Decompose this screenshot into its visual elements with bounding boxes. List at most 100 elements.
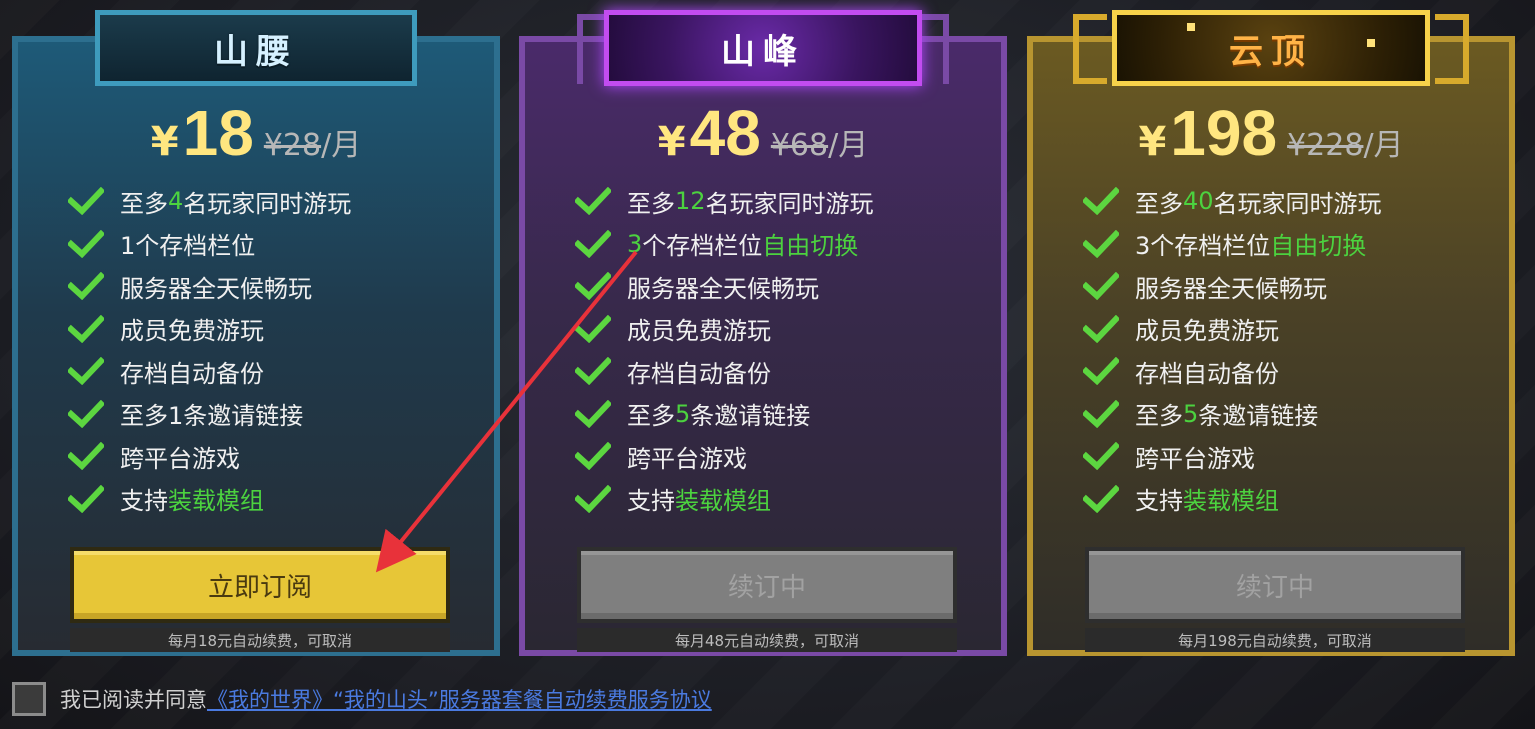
check-icon (1081, 442, 1121, 471)
check-icon (573, 314, 613, 343)
feature-text: 名玩家同时游玩 (705, 189, 874, 218)
feature-item: 存档自动备份 (1081, 350, 1382, 393)
feature-highlight: 12 (675, 187, 706, 216)
feature-text: 至多 (627, 402, 675, 431)
feature-text: 至多 (627, 189, 675, 218)
feature-list: 至多 40 名玩家同时游玩 3个存档栏位 自由切换 服务器全天候畅玩 成员免费游玩 存档自动备… (1081, 180, 1382, 521)
agreement-link[interactable]: 《我的世界》“我的山头”服务器套餐自动续费服务协议 (207, 684, 712, 714)
check-icon (66, 314, 106, 343)
feature-item: 3个存档栏位自由切换 (573, 223, 874, 266)
feature-text: 1个存档栏位 (120, 232, 256, 261)
check-icon (573, 357, 613, 386)
feature-item: 支持 装载模组 (1081, 478, 1382, 521)
feature-item: 至多 4 名玩家同时游玩 (66, 180, 352, 223)
check-icon (66, 187, 106, 216)
check-icon (1081, 399, 1121, 428)
feature-item: 跨平台游戏 (66, 435, 351, 478)
plan-title: 山峰 (604, 10, 922, 86)
check-icon (1081, 187, 1121, 216)
feature-highlight: 4 (168, 187, 184, 216)
check-icon (573, 484, 613, 513)
plan-price: ¥48 ¥68/月 (525, 96, 1001, 170)
feature-highlight: 5 (675, 399, 691, 428)
feature-text: 个存档栏位 (642, 232, 763, 261)
check-icon (66, 442, 106, 471)
feature-text: 名玩家同时游玩 (183, 189, 352, 218)
subscribe-button[interactable]: 立即订阅 (70, 547, 450, 623)
banner-ornament (1435, 14, 1469, 84)
feature-item: 服务器全天候畅玩 (1081, 265, 1382, 308)
check-icon (1081, 357, 1121, 386)
feature-text: 至多 (120, 189, 168, 218)
feature-text: 存档自动备份 (1135, 359, 1279, 388)
feature-text: 存档自动备份 (120, 359, 264, 388)
feature-text: 跨平台游戏 (627, 444, 747, 473)
check-icon (573, 442, 613, 471)
check-icon (66, 484, 106, 513)
feature-item: 存档自动备份 (573, 350, 874, 393)
feature-item: 支持 装载模组 (573, 478, 874, 521)
feature-text: 至多1条邀请链接 (120, 402, 304, 431)
feature-text: 跨平台游戏 (1135, 444, 1255, 473)
feature-item: 至多 12 名玩家同时游玩 (573, 180, 874, 223)
feature-item: 1个存档栏位 (66, 223, 351, 266)
renewing-button[interactable]: 续订中 (577, 547, 957, 623)
check-icon (573, 187, 613, 216)
feature-text: 成员免费游玩 (120, 317, 264, 346)
feature-item: 成员免费游玩 (573, 308, 874, 351)
plan-title: 云顶 (1112, 10, 1430, 86)
check-icon (573, 229, 613, 258)
price-period: /月 (1363, 128, 1404, 163)
feature-text: 成员免费游玩 (1135, 317, 1279, 346)
agreement-row: 我已阅读并同意 《我的世界》“我的山头”服务器套餐自动续费服务协议 (12, 682, 712, 716)
plan-card: 云顶 ¥198 ¥228/月 至多 40 名玩家同时游玩 3个存档栏位 自由切换 服务器全天候畅… (1027, 10, 1515, 656)
feature-item: 成员免费游玩 (66, 308, 351, 351)
plan-title: 山腰 (95, 10, 417, 86)
price-amount: 198 (1170, 97, 1278, 169)
feature-highlight: 装载模组 (1183, 487, 1279, 516)
check-icon (1081, 314, 1121, 343)
price-original: ¥68 (770, 128, 829, 163)
auto-renew-note: 每月18元自动续费，可取消 (70, 628, 450, 652)
feature-text: 支持 (1135, 487, 1183, 516)
feature-highlight: 自由切换 (1270, 232, 1367, 261)
price-original: ¥228 (1287, 128, 1364, 163)
renewing-button[interactable]: 续订中 (1085, 547, 1465, 623)
check-icon (573, 399, 613, 428)
agreement-checkbox[interactable] (12, 682, 46, 716)
auto-renew-note: 每月48元自动续费，可取消 (577, 628, 957, 652)
feature-item: 至多 40 名玩家同时游玩 (1081, 180, 1382, 223)
check-icon (66, 399, 106, 428)
check-icon (1081, 229, 1121, 258)
feature-text: 成员免费游玩 (627, 317, 771, 346)
feature-highlight: 自由切换 (762, 232, 859, 261)
check-icon (66, 229, 106, 258)
price-period: /月 (321, 128, 362, 163)
price-currency: ¥ (657, 119, 686, 165)
feature-text: 条邀请链接 (1198, 402, 1319, 431)
plan-card: 山腰 ¥18 ¥28/月 至多 4 名玩家同时游玩 1个存档栏位 服务器全天候畅玩 成员免费游玩… (12, 10, 500, 656)
feature-highlight: 3 (627, 229, 643, 258)
feature-highlight: 装载模组 (675, 487, 771, 516)
feature-text: 至多 (1135, 402, 1183, 431)
price-original: ¥28 (263, 128, 322, 163)
feature-item: 3个存档栏位自由切换 (1081, 223, 1382, 266)
feature-item: 跨平台游戏 (573, 435, 874, 478)
feature-list: 至多 12 名玩家同时游玩 3 个存档栏位 自由切换 服务器全天候畅玩 成员免费游玩 存档自动备… (573, 180, 874, 521)
feature-highlight: 40 (1183, 187, 1214, 216)
check-icon (1081, 484, 1121, 513)
feature-item: 跨平台游戏 (1081, 435, 1382, 478)
check-icon (66, 272, 106, 301)
price-period: /月 (828, 128, 869, 163)
banner-ornament (1073, 14, 1107, 84)
feature-highlight: 装载模组 (168, 487, 264, 516)
price-amount: 48 (689, 97, 761, 169)
feature-text: 条邀请链接 (690, 402, 811, 431)
feature-text: 名玩家同时游玩 (1213, 189, 1382, 218)
feature-item: 存档自动备份 (66, 350, 351, 393)
feature-text: 支持 (627, 487, 675, 516)
feature-text: 3个存档栏位 (1135, 232, 1271, 261)
plan-price: ¥198 ¥228/月 (1033, 96, 1509, 170)
feature-text: 服务器全天候畅玩 (120, 274, 312, 303)
check-icon (1081, 272, 1121, 301)
